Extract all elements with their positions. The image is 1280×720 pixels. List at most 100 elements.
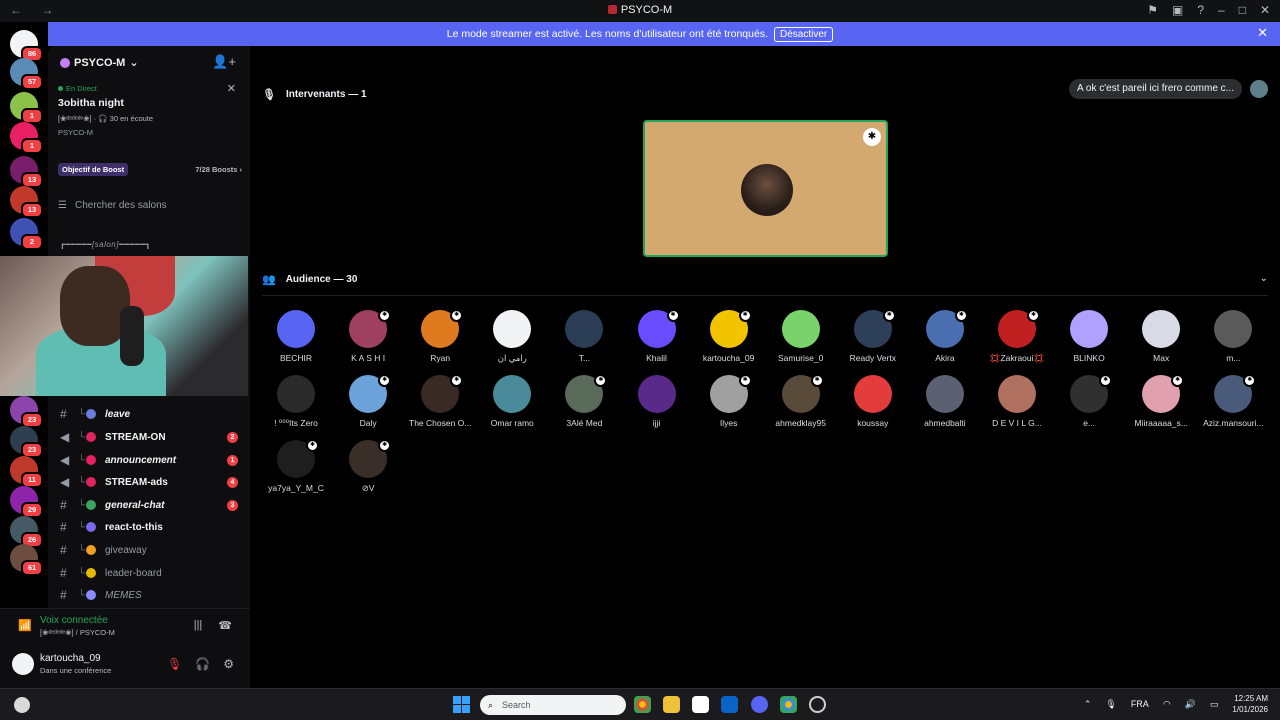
clock[interactable]: 12:25 AM 1/01/2026 xyxy=(1232,693,1268,715)
category-header[interactable]: ┏━━━━━[salon]━━━━━┓ xyxy=(60,240,151,249)
audience-member[interactable]: ijji xyxy=(621,375,693,435)
audience-member[interactable]: ✱ Aziz.mansouri... xyxy=(1197,374,1269,435)
audience-member[interactable]: koussay xyxy=(837,375,909,435)
close-window-button[interactable]: ✕ xyxy=(1260,3,1270,17)
audience-member[interactable]: ✱ Akira xyxy=(909,309,981,370)
server-icon[interactable]: 2 xyxy=(10,218,43,250)
message-toast[interactable]: A ok c'est pareil ici frero comme c... xyxy=(1069,79,1242,99)
headphones-icon[interactable]: 🎧 xyxy=(195,657,210,671)
minimize-button[interactable]: – xyxy=(1218,3,1225,17)
server-icon[interactable]: 29 xyxy=(10,486,43,518)
mic-muted-icon[interactable]: 🎙 xyxy=(167,657,182,671)
channel-item[interactable]: # └ react-to-this xyxy=(48,517,250,537)
channel-item[interactable]: # └ MEMES xyxy=(48,585,250,605)
audience-member[interactable]: ✱ e... xyxy=(1053,374,1125,435)
audience-member[interactable]: ✱ Ready Vertx xyxy=(837,309,909,370)
audience-member[interactable]: ahmedbalti xyxy=(909,375,981,435)
inbox-icon[interactable]: ⚑ xyxy=(1147,3,1158,17)
audience-member[interactable]: ✱ The Chosen O... xyxy=(404,374,476,435)
audience-member[interactable]: m... xyxy=(1197,310,1269,370)
chrome-icon[interactable] xyxy=(634,696,651,713)
server-icon[interactable]: 23 xyxy=(10,396,43,428)
audience-member[interactable]: ✱ ya7ya_Y_M_C xyxy=(260,439,332,500)
chevron-down-icon: ⌄ xyxy=(129,57,139,69)
server-badge: 61 xyxy=(21,560,43,576)
disable-streamer-button[interactable]: Désactiver xyxy=(774,27,834,42)
invite-icon[interactable]: 👤+ xyxy=(212,54,236,70)
audience-member[interactable]: ✱ 💢Zakraoui💢 xyxy=(981,309,1053,370)
chevron-up-icon[interactable]: ⌃ xyxy=(1084,699,1092,710)
channel-item[interactable]: # └ general-chat 3 xyxy=(48,495,250,515)
channel-search[interactable]: ☰ Chercher des salons xyxy=(58,200,167,211)
server-icon[interactable]: 23 xyxy=(10,426,43,458)
channel-item[interactable]: ◀ └ STREAM-ON 2 xyxy=(48,427,250,447)
hashtag-icon: # xyxy=(60,498,67,512)
audience-member[interactable]: ✱ ⊘V xyxy=(332,439,404,500)
volume-icon[interactable]: 🔊 xyxy=(1185,699,1196,710)
audience-member[interactable]: ✱ Ilyes xyxy=(693,374,765,435)
chrome-icon-2[interactable] xyxy=(780,696,797,713)
current-user-name[interactable]: kartoucha_09 xyxy=(40,653,101,664)
store-icon[interactable] xyxy=(692,696,709,713)
audience-member[interactable]: ✱ Ryan xyxy=(404,309,476,370)
voice-status[interactable]: Voix connectée xyxy=(40,615,108,626)
audience-member[interactable]: BLINKO xyxy=(1053,310,1125,370)
live-event-card[interactable]: En Direct 3obitha night [❀ᵈᵉᵈᵉᵈᵉ❀] · 🎧 3… xyxy=(58,82,242,137)
audience-member[interactable]: ✱ Miiraaaaa_s... xyxy=(1125,374,1197,435)
channel-item[interactable]: ◀ └ announcement 1 xyxy=(48,450,250,470)
microphone-tray-icon[interactable]: 🎙 xyxy=(1105,699,1116,710)
chevron-down-icon[interactable]: ⌄ xyxy=(1260,273,1268,284)
audience-member[interactable]: ✱ kartoucha_09 xyxy=(693,309,765,370)
audience-member[interactable]: ✱ Daly xyxy=(332,374,404,435)
server-icon[interactable]: 1 xyxy=(10,92,43,124)
server-icon[interactable]: 13 xyxy=(10,186,43,218)
channel-item[interactable]: ◀ └ STREAM-ads 4 xyxy=(48,472,250,492)
server-icon[interactable]: 86 xyxy=(10,30,43,62)
screen-icon[interactable]: ▣ xyxy=(1172,3,1183,17)
audience-member[interactable]: Samurise_0 xyxy=(765,310,837,370)
language-indicator[interactable]: FRA xyxy=(1131,699,1149,709)
file-explorer-icon[interactable] xyxy=(663,696,680,713)
audience-member[interactable]: ✱ 3Alé Med xyxy=(548,374,620,435)
close-icon[interactable]: ✕ xyxy=(227,82,236,95)
disconnect-icon[interactable]: ☎ xyxy=(218,619,232,632)
banner-close-icon[interactable]: ✕ xyxy=(1257,25,1268,41)
soundboard-icon[interactable]: ||| xyxy=(194,619,203,632)
mail-icon[interactable] xyxy=(721,696,738,713)
speaker-tile[interactable]: ✱ xyxy=(643,120,888,257)
server-icon[interactable]: 11 xyxy=(10,456,43,488)
server-icon[interactable]: 57 xyxy=(10,58,43,90)
audience-name: koussay xyxy=(857,418,889,428)
audience-member[interactable]: ✱ Khalil xyxy=(621,309,693,370)
audience-member[interactable]: BECHIR xyxy=(260,310,332,370)
battery-icon[interactable]: ▭ xyxy=(1210,699,1219,710)
audience-member[interactable]: رامي ان xyxy=(476,310,548,370)
app-icon[interactable] xyxy=(809,696,826,713)
audience-member[interactable]: D E V I L G... xyxy=(981,375,1053,435)
channel-item[interactable]: # └ giveaway xyxy=(48,540,250,560)
help-icon[interactable]: ? xyxy=(1197,3,1204,17)
webcam-overlay xyxy=(0,256,248,396)
audience-member[interactable]: ✱ K A S H I xyxy=(332,309,404,370)
audience-member[interactable]: ✱ ahmedklay95 xyxy=(765,374,837,435)
taskbar-search[interactable]: ⌕ Search xyxy=(480,695,626,715)
avatar[interactable] xyxy=(12,653,34,675)
audience-member[interactable]: ! ⁰⁰⁰Its Zero xyxy=(260,375,332,435)
maximize-button[interactable]: □ xyxy=(1239,3,1246,17)
server-icon[interactable]: 61 xyxy=(10,544,43,576)
server-icon[interactable]: 13 xyxy=(10,156,43,188)
widgets-icon[interactable] xyxy=(14,697,30,713)
guild-header[interactable]: PSYCO-M ⌄ xyxy=(60,56,139,69)
server-icon[interactable]: 26 xyxy=(10,516,43,548)
discord-icon[interactable] xyxy=(751,696,768,713)
gear-icon[interactable]: ⚙ xyxy=(223,657,234,671)
audience-member[interactable]: T... xyxy=(548,310,620,370)
wifi-icon[interactable]: ◠ xyxy=(1163,699,1171,710)
audience-member[interactable]: Omar ramo xyxy=(476,375,548,435)
audience-member[interactable]: Max xyxy=(1125,310,1197,370)
windows-start-icon[interactable] xyxy=(453,696,471,714)
boost-goal[interactable]: Objectif de Boost 7/28 Boosts › xyxy=(58,163,242,177)
channel-item[interactable]: # └ leave xyxy=(48,404,250,424)
server-icon[interactable]: 1 xyxy=(10,122,43,154)
channel-item[interactable]: # └ leader-board xyxy=(48,563,250,583)
